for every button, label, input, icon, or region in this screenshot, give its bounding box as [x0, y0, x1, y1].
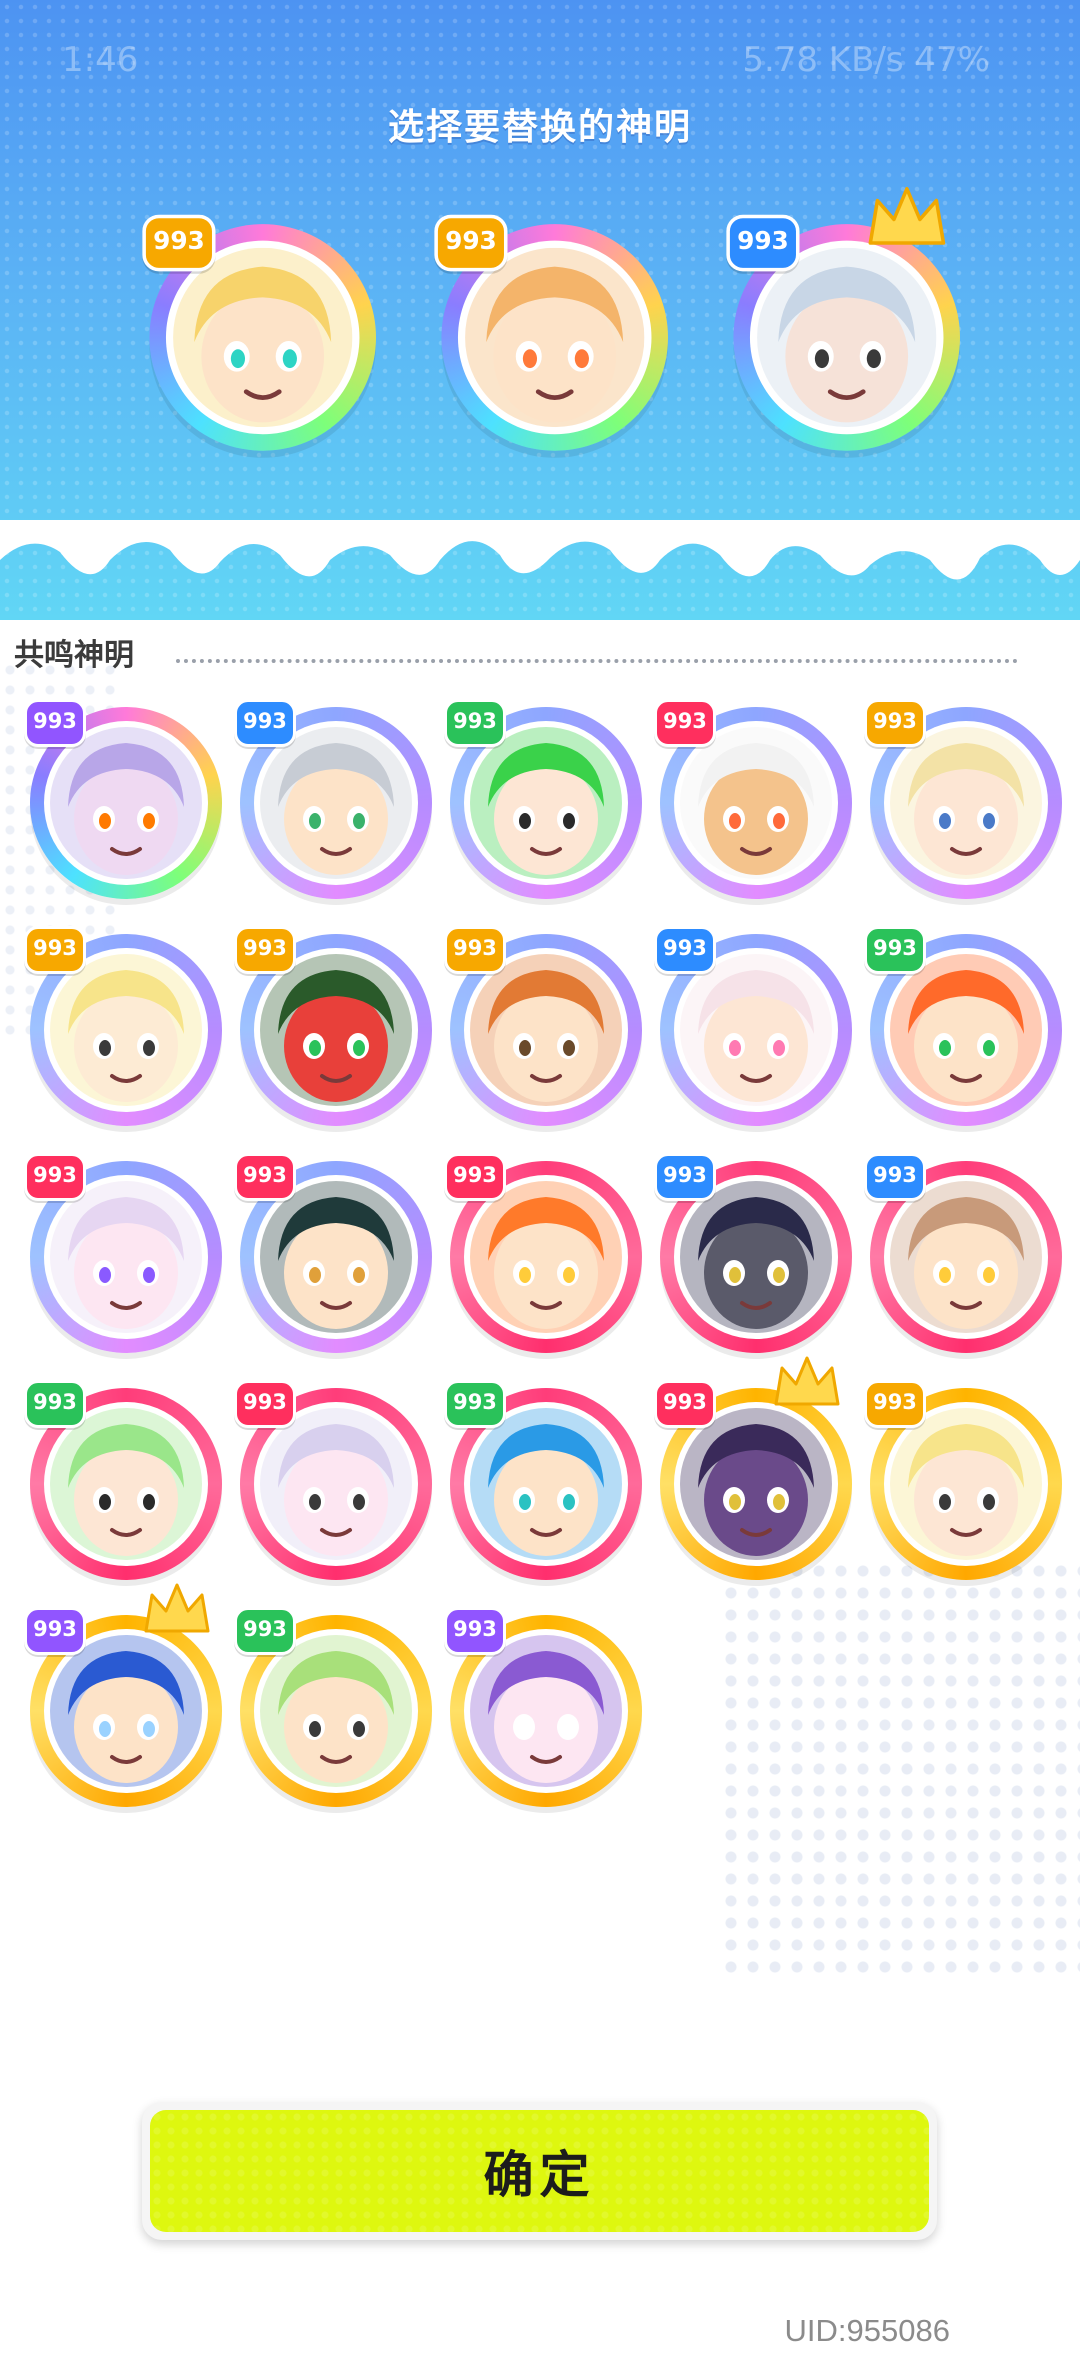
resonance-god-card[interactable]: 993	[442, 1149, 652, 1359]
crown-icon	[142, 1581, 212, 1641]
god-portrait	[757, 247, 937, 428]
level-badge: 993	[24, 1380, 86, 1428]
level-badge: 993	[24, 926, 86, 974]
resonance-god-card[interactable]: 993	[232, 1603, 442, 1813]
crown-icon	[866, 184, 949, 255]
god-portrait	[470, 954, 622, 1106]
resonance-god-card[interactable]: 993	[652, 922, 862, 1132]
resonance-god-card[interactable]: 993	[22, 1149, 232, 1359]
god-portrait	[50, 1408, 202, 1560]
resonance-god-card[interactable]: 993	[22, 922, 232, 1132]
level-badge: 993	[654, 926, 716, 974]
resonance-god-card[interactable]: 993	[862, 1149, 1072, 1359]
god-portrait	[260, 954, 412, 1106]
resonance-god-card[interactable]: 993	[442, 1603, 652, 1813]
resonance-god-card[interactable]: 993	[232, 1376, 442, 1586]
level-badge: 993	[234, 699, 296, 747]
resonance-god-card[interactable]: 993	[232, 695, 442, 905]
resonance-god-card[interactable]: 993	[442, 922, 652, 1132]
resonance-god-card[interactable]: 993	[232, 1149, 442, 1359]
uid-label: UID:955086	[784, 2313, 950, 2348]
level-badge: 993	[444, 1153, 506, 1201]
god-portrait	[470, 1181, 622, 1333]
page-title: 选择要替换的神明	[387, 107, 692, 148]
god-portrait	[680, 727, 832, 879]
god-portrait	[50, 1635, 202, 1787]
resonance-god-card[interactable]: 993	[862, 695, 1072, 905]
god-portrait	[173, 247, 353, 428]
resonance-god-card[interactable]: 993	[442, 1376, 652, 1586]
god-portrait	[680, 1181, 832, 1333]
drip-divider	[0, 520, 1080, 580]
god-portrait	[50, 954, 202, 1106]
selected-god-card[interactable]: 993	[724, 186, 972, 458]
god-portrait	[260, 1408, 412, 1560]
section-title: 共鸣神明	[14, 638, 134, 673]
level-badge: 993	[234, 1607, 296, 1655]
resonance-god-card[interactable]: 993	[652, 1149, 862, 1359]
level-badge: 993	[654, 1380, 716, 1428]
level-badge: 993	[444, 1607, 506, 1655]
resonance-god-card[interactable]: 993	[232, 922, 442, 1132]
status-time: 1:46	[62, 40, 139, 80]
selected-god-card[interactable]: 993	[432, 210, 680, 458]
level-badge: 993	[654, 699, 716, 747]
god-portrait	[260, 1181, 412, 1333]
resonance-god-card[interactable]: 993	[862, 1376, 1072, 1586]
level-badge: 993	[444, 1380, 506, 1428]
level-badge: 993	[444, 699, 506, 747]
level-badge: 993	[726, 214, 800, 272]
god-portrait	[680, 1408, 832, 1560]
level-badge: 993	[864, 1380, 926, 1428]
level-badge: 993	[434, 214, 508, 272]
confirm-button-frame: 确定	[142, 2102, 937, 2240]
level-badge: 993	[24, 699, 86, 747]
level-badge: 993	[654, 1153, 716, 1201]
level-badge: 993	[142, 214, 216, 272]
crown-icon	[772, 1354, 842, 1414]
level-badge: 993	[234, 1153, 296, 1201]
level-badge: 993	[24, 1153, 86, 1201]
god-portrait	[890, 1181, 1042, 1333]
god-portrait	[470, 1408, 622, 1560]
god-portrait	[465, 247, 645, 428]
god-portrait	[260, 727, 412, 879]
resonance-god-card[interactable]: 993	[652, 695, 862, 905]
level-badge: 993	[864, 926, 926, 974]
god-portrait	[890, 1408, 1042, 1560]
god-portrait	[890, 954, 1042, 1106]
god-portrait	[260, 1635, 412, 1787]
selected-gods-row: 993 993 993	[140, 186, 990, 470]
god-portrait	[890, 727, 1042, 879]
resonance-god-card[interactable]: 993	[862, 922, 1072, 1132]
resonance-god-card[interactable]: 993	[22, 695, 232, 905]
god-portrait	[50, 727, 202, 879]
level-badge: 993	[24, 1607, 86, 1655]
level-badge: 993	[234, 926, 296, 974]
god-portrait	[50, 1181, 202, 1333]
level-badge: 993	[444, 926, 506, 974]
level-badge: 993	[864, 699, 926, 747]
resonance-god-card[interactable]: 993	[652, 1356, 862, 1586]
selected-god-card[interactable]: 993	[140, 210, 388, 458]
resonance-god-card[interactable]: 993	[22, 1583, 232, 1813]
level-badge: 993	[234, 1380, 296, 1428]
god-portrait	[680, 954, 832, 1106]
resonance-gods-grid: 993 993 993 993 993 993 993 993 993 993 993 993 993 9…	[22, 695, 1062, 1825]
resonance-god-card[interactable]: 993	[22, 1376, 232, 1586]
resonance-god-card[interactable]: 993	[442, 695, 652, 905]
god-portrait	[470, 727, 622, 879]
level-badge: 993	[864, 1153, 926, 1201]
confirm-button[interactable]: 确定	[150, 2110, 929, 2232]
section-divider	[176, 659, 1018, 663]
god-portrait	[470, 1635, 622, 1787]
status-indicators: 5.78 KB/s 47%	[742, 40, 990, 80]
